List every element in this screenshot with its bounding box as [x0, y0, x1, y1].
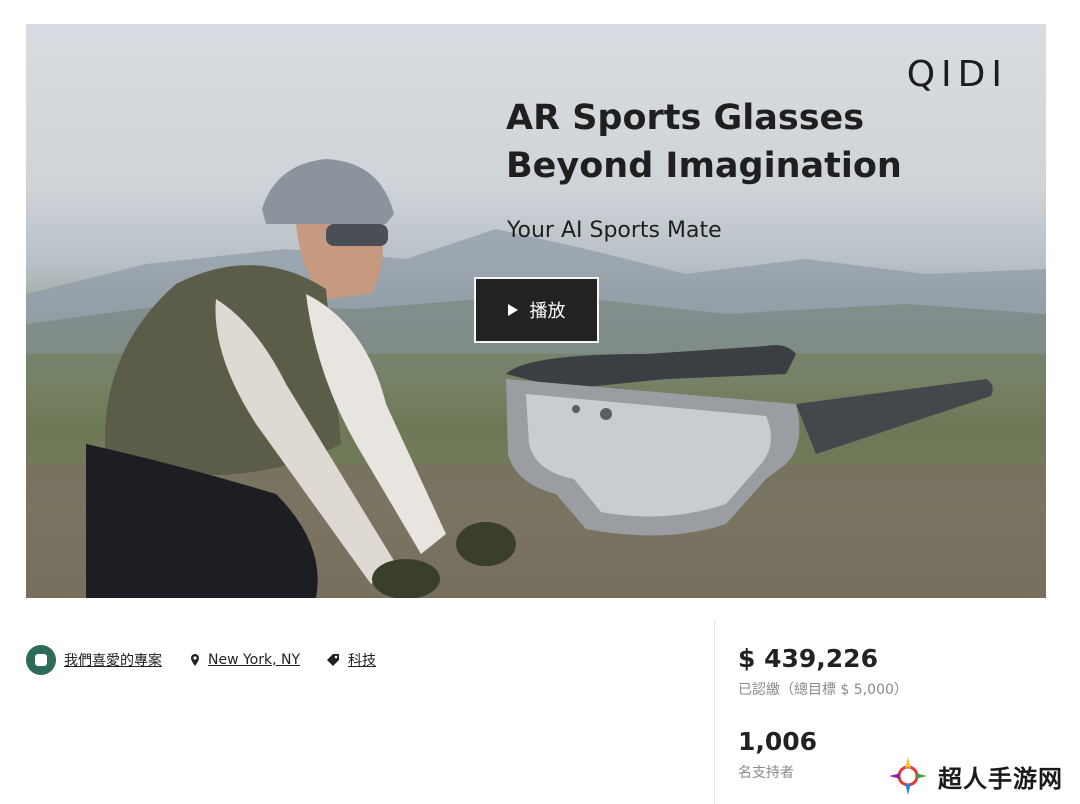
pledged-amount: $ 439,226 — [738, 644, 878, 673]
play-video-button[interactable]: 播放 — [474, 277, 599, 343]
category-link[interactable]: 科技 — [348, 650, 376, 670]
location-tag[interactable]: New York, NY — [188, 652, 300, 668]
category-tag[interactable]: 科技 — [326, 650, 376, 670]
stats-divider — [714, 620, 715, 804]
backers-label: 名支持者 — [738, 765, 794, 781]
brand-logo: QIDI — [906, 54, 1008, 95]
play-button-label: 播放 — [529, 301, 566, 322]
funding-stats: $ 439,226 已認繳（總目標 $ 5,000） 1,006 名支持者 — [738, 644, 908, 782]
location-pin-icon — [191, 654, 199, 666]
hero-headline: AR Sports Glasses Beyond Imagination — [506, 94, 976, 190]
favorite-project-link[interactable]: 我們喜愛的專案 — [64, 650, 162, 670]
project-meta-row: 我們喜愛的專案 New York, NY 科技 — [26, 645, 402, 675]
headline-line-2: Beyond Imagination — [506, 146, 902, 186]
hero-subline: Your AI Sports Mate — [507, 218, 722, 243]
favorite-project-tag[interactable]: 我們喜愛的專案 — [26, 645, 162, 675]
hero-banner: QIDI AR Sports Glasses Beyond Imaginatio… — [26, 24, 1046, 598]
watermark-text: 超人手游网 — [938, 764, 1063, 793]
watermark-logo-icon — [889, 757, 927, 795]
backers-count: 1,006 — [738, 727, 818, 756]
tag-icon — [327, 654, 340, 666]
pledged-goal-note: 已認繳（總目標 $ 5,000） — [738, 682, 908, 698]
site-watermark: 超人手游网 — [886, 754, 1063, 798]
location-link[interactable]: New York, NY — [208, 652, 300, 668]
headline-line-1: AR Sports Glasses — [506, 98, 865, 138]
kickstarter-badge-icon — [26, 645, 56, 675]
play-icon — [507, 304, 518, 316]
